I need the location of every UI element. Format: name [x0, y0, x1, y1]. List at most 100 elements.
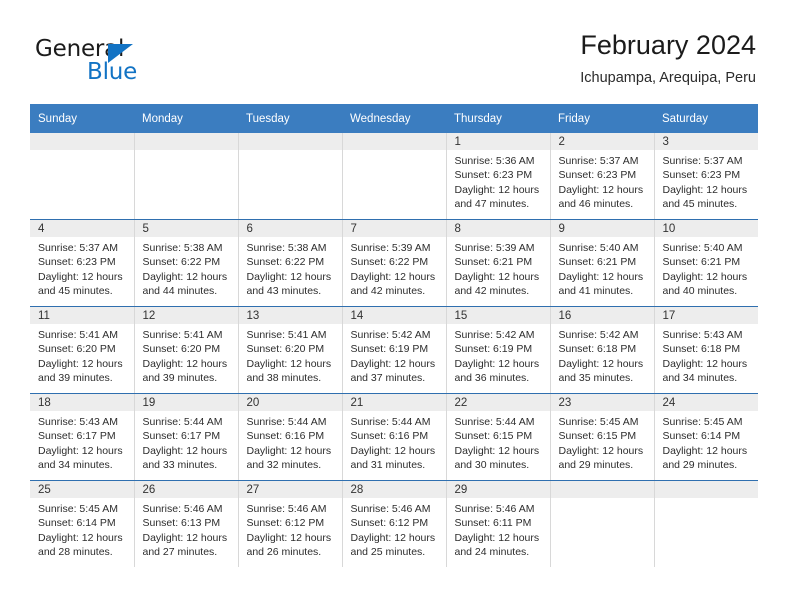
sunrise-text: Sunrise: 5:39 AM [454, 242, 535, 254]
day-number: 28 [342, 481, 446, 498]
daylight-text: Daylight: 12 hours and 36 minutes. [454, 357, 540, 384]
day-cell: 13 Sunrise: 5:41 AM Sunset: 6:20 PM Dayligh… [238, 307, 342, 393]
weekday-header-monday: Monday [134, 104, 238, 133]
sunrise-text: Sunrise: 5:44 AM [246, 416, 327, 428]
calendar-day-cell: 16 Sunrise: 5:42 AM Sunset: 6:18 PM Dayligh… [550, 306, 655, 394]
daylight-text: Daylight: 12 hours and 32 minutes. [246, 444, 332, 471]
day-number: 18 [30, 394, 134, 411]
daylight-text: Daylight: 12 hours and 46 minutes. [558, 183, 644, 210]
calendar-day-cell [550, 480, 655, 567]
day-cell: 29 Sunrise: 5:46 AM Sunset: 6:11 PM Dayligh… [446, 481, 550, 567]
day-number: 16 [550, 307, 654, 324]
day-details: Sunrise: 5:36 AM Sunset: 6:23 PM Daylight:… [447, 150, 550, 211]
day-number: 12 [134, 307, 238, 324]
calendar-day-cell: 17 Sunrise: 5:43 AM Sunset: 6:18 PM Dayligh… [654, 306, 759, 394]
day-details: Sunrise: 5:45 AM Sunset: 6:15 PM Daylight:… [551, 411, 654, 472]
day-cell: 25 Sunrise: 5:45 AM Sunset: 6:14 PM Dayligh… [30, 481, 134, 567]
day-cell: 9 Sunrise: 5:40 AM Sunset: 6:21 PM Daylight… [550, 220, 654, 306]
day-number [134, 133, 238, 150]
sunset-text: Sunset: 6:19 PM [454, 343, 533, 356]
day-details: Sunrise: 5:42 AM Sunset: 6:18 PM Daylight:… [551, 324, 654, 385]
calendar-day-cell [30, 133, 135, 220]
page-header: General Blue February 2024 Ichupampa, Ar… [0, 0, 792, 100]
sunrise-text: Sunrise: 5:42 AM [454, 329, 535, 341]
day-number: 22 [446, 394, 550, 411]
calendar-day-cell: 13 Sunrise: 5:41 AM Sunset: 6:20 PM Dayligh… [238, 306, 343, 394]
day-number: 2 [550, 133, 654, 150]
day-details: Sunrise: 5:39 AM Sunset: 6:22 PM Daylight:… [343, 237, 446, 298]
day-details: Sunrise: 5:44 AM Sunset: 6:15 PM Daylight:… [447, 411, 550, 472]
sunset-text: Sunset: 6:18 PM [558, 343, 637, 356]
day-number: 7 [342, 220, 446, 237]
day-number: 13 [238, 307, 342, 324]
calendar-day-cell: 27 Sunrise: 5:46 AM Sunset: 6:12 PM Dayligh… [238, 480, 343, 567]
day-details: Sunrise: 5:37 AM Sunset: 6:23 PM Daylight:… [551, 150, 654, 211]
day-details: Sunrise: 5:46 AM Sunset: 6:11 PM Daylight:… [447, 498, 550, 559]
sunrise-text: Sunrise: 5:41 AM [38, 329, 118, 341]
sunset-text: Sunset: 6:21 PM [662, 256, 741, 269]
day-number [30, 133, 134, 150]
day-details: Sunrise: 5:39 AM Sunset: 6:21 PM Daylight:… [447, 237, 550, 298]
day-cell-empty [550, 481, 654, 567]
sunset-text: Sunset: 6:21 PM [454, 256, 533, 269]
day-number: 6 [238, 220, 342, 237]
sunset-text: Sunset: 6:23 PM [662, 169, 741, 182]
day-cell: 3 Sunrise: 5:37 AM Sunset: 6:23 PM Daylight… [654, 133, 758, 219]
calendar-day-cell: 5 Sunrise: 5:38 AM Sunset: 6:22 PM Daylight… [134, 219, 239, 307]
sunrise-text: Sunrise: 5:43 AM [662, 329, 743, 341]
calendar-header-row: Sunday Monday Tuesday Wednesday Thursday… [30, 104, 758, 133]
day-number: 10 [654, 220, 758, 237]
sunrise-text: Sunrise: 5:37 AM [662, 155, 743, 167]
day-details: Sunrise: 5:44 AM Sunset: 6:17 PM Daylight:… [135, 411, 238, 472]
sunset-text: Sunset: 6:22 PM [142, 256, 221, 269]
weekday-header-friday: Friday [550, 104, 654, 133]
day-number: 20 [238, 394, 342, 411]
daylight-text: Daylight: 12 hours and 37 minutes. [350, 357, 436, 384]
sunrise-text: Sunrise: 5:42 AM [350, 329, 431, 341]
sunrise-text: Sunrise: 5:37 AM [38, 242, 118, 254]
day-number: 25 [30, 481, 134, 498]
day-number: 8 [446, 220, 550, 237]
logo-text-blue: Blue [87, 59, 138, 85]
calendar-week-row: 11 Sunrise: 5:41 AM Sunset: 6:20 PM Dayligh… [30, 306, 759, 394]
sunrise-text: Sunrise: 5:46 AM [142, 503, 223, 515]
day-details: Sunrise: 5:45 AM Sunset: 6:14 PM Daylight:… [655, 411, 759, 472]
day-details: Sunrise: 5:43 AM Sunset: 6:18 PM Daylight:… [655, 324, 759, 385]
weekday-header-thursday: Thursday [446, 104, 550, 133]
day-number: 29 [446, 481, 550, 498]
calendar-day-cell: 8 Sunrise: 5:39 AM Sunset: 6:21 PM Daylight… [446, 219, 551, 307]
daylight-text: Daylight: 12 hours and 45 minutes. [662, 183, 748, 210]
sunrise-text: Sunrise: 5:43 AM [38, 416, 118, 428]
calendar-day-cell: 20 Sunrise: 5:44 AM Sunset: 6:16 PM Dayligh… [238, 393, 343, 481]
day-cell: 6 Sunrise: 5:38 AM Sunset: 6:22 PM Daylight… [238, 220, 342, 306]
sunset-text: Sunset: 6:20 PM [246, 343, 325, 356]
sunset-text: Sunset: 6:15 PM [454, 430, 533, 443]
day-number [550, 481, 654, 498]
day-cell: 2 Sunrise: 5:37 AM Sunset: 6:23 PM Daylight… [550, 133, 654, 219]
sunrise-text: Sunrise: 5:45 AM [662, 416, 743, 428]
sunset-text: Sunset: 6:14 PM [38, 517, 116, 530]
sunrise-text: Sunrise: 5:36 AM [454, 155, 535, 167]
calendar-day-cell: 7 Sunrise: 5:39 AM Sunset: 6:22 PM Daylight… [342, 219, 447, 307]
day-cell: 1 Sunrise: 5:36 AM Sunset: 6:23 PM Daylight… [446, 133, 550, 219]
day-cell-empty [342, 133, 446, 219]
day-cell: 14 Sunrise: 5:42 AM Sunset: 6:19 PM Dayligh… [342, 307, 446, 393]
day-cell: 26 Sunrise: 5:46 AM Sunset: 6:13 PM Dayligh… [134, 481, 238, 567]
day-cell: 28 Sunrise: 5:46 AM Sunset: 6:12 PM Dayligh… [342, 481, 446, 567]
sunset-text: Sunset: 6:23 PM [38, 256, 116, 269]
sunset-text: Sunset: 6:19 PM [350, 343, 429, 356]
day-number: 9 [550, 220, 654, 237]
sunset-text: Sunset: 6:17 PM [38, 430, 116, 443]
day-cell: 10 Sunrise: 5:40 AM Sunset: 6:21 PM Dayligh… [654, 220, 758, 306]
day-details: Sunrise: 5:38 AM Sunset: 6:22 PM Daylight:… [239, 237, 342, 298]
day-cell: 23 Sunrise: 5:45 AM Sunset: 6:15 PM Dayligh… [550, 394, 654, 480]
daylight-text: Daylight: 12 hours and 43 minutes. [246, 270, 332, 297]
day-details: Sunrise: 5:41 AM Sunset: 6:20 PM Daylight:… [135, 324, 238, 385]
calendar-day-cell: 28 Sunrise: 5:46 AM Sunset: 6:12 PM Dayligh… [342, 480, 447, 567]
calendar-day-cell: 22 Sunrise: 5:44 AM Sunset: 6:15 PM Dayligh… [446, 393, 551, 481]
sunrise-text: Sunrise: 5:44 AM [350, 416, 431, 428]
daylight-text: Daylight: 12 hours and 34 minutes. [662, 357, 748, 384]
sunset-text: Sunset: 6:13 PM [142, 517, 221, 530]
day-number: 4 [30, 220, 134, 237]
calendar-week-row: 1 Sunrise: 5:36 AM Sunset: 6:23 PM Daylight… [30, 133, 758, 220]
